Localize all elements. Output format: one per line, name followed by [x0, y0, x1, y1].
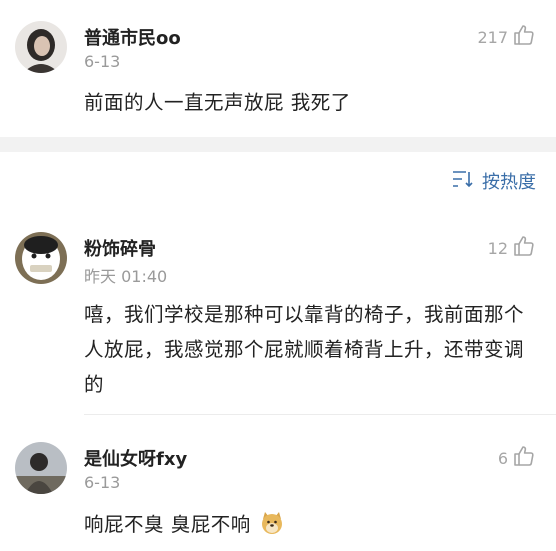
thumbs-up-icon: [512, 23, 536, 51]
avatar[interactable]: [15, 232, 67, 284]
avatar[interactable]: [15, 21, 67, 73]
thumbs-up-icon: [512, 444, 536, 472]
comment-item: 普通市民oo 6-13 217 前面的人一直无声放屁 我死了: [0, 0, 556, 137]
thumbs-up-icon: [512, 234, 536, 262]
sort-icon: [452, 170, 474, 193]
username[interactable]: 是仙女呀fxy: [84, 445, 187, 471]
like-button[interactable]: 6: [498, 444, 536, 472]
sort-label: 按热度: [482, 172, 536, 193]
like-button[interactable]: 12: [488, 234, 536, 262]
doge-emoji-icon: [259, 510, 285, 547]
username[interactable]: 粉饰碎骨: [84, 235, 156, 261]
section-separator: [0, 137, 556, 152]
username[interactable]: 普通市民oo: [84, 24, 181, 50]
like-count: 6: [497, 448, 508, 468]
comment-date: 6-13: [84, 473, 121, 492]
comment-text: 嘻，我们学校是那种可以靠背的椅子，我前面那个人放屁，我感觉那个屁就顺着椅背上升，…: [84, 303, 525, 396]
comment-text: 前面的人一直无声放屁 我死了: [84, 91, 351, 114]
comment-item: 是仙女呀fxy 6-13 6 响屁不臭 臭屁不响: [0, 415, 556, 551]
comment-text-content: 响屁不臭 臭屁不响: [84, 513, 251, 536]
comment-date: 昨天 01:40: [84, 267, 168, 286]
avatar[interactable]: [15, 442, 67, 494]
sort-button[interactable]: 按热度: [452, 168, 536, 194]
comment-text: 响屁不臭 臭屁不响: [84, 507, 532, 547]
like-button[interactable]: 217: [477, 23, 536, 51]
comment-date: 6-13: [84, 52, 121, 71]
like-count: 12: [487, 238, 508, 258]
comment-item: 粉饰碎骨 昨天 01:40 12 嘻，我们学校是那种可以靠背的椅子，我前面那个人…: [0, 207, 556, 415]
like-count: 217: [477, 27, 508, 47]
